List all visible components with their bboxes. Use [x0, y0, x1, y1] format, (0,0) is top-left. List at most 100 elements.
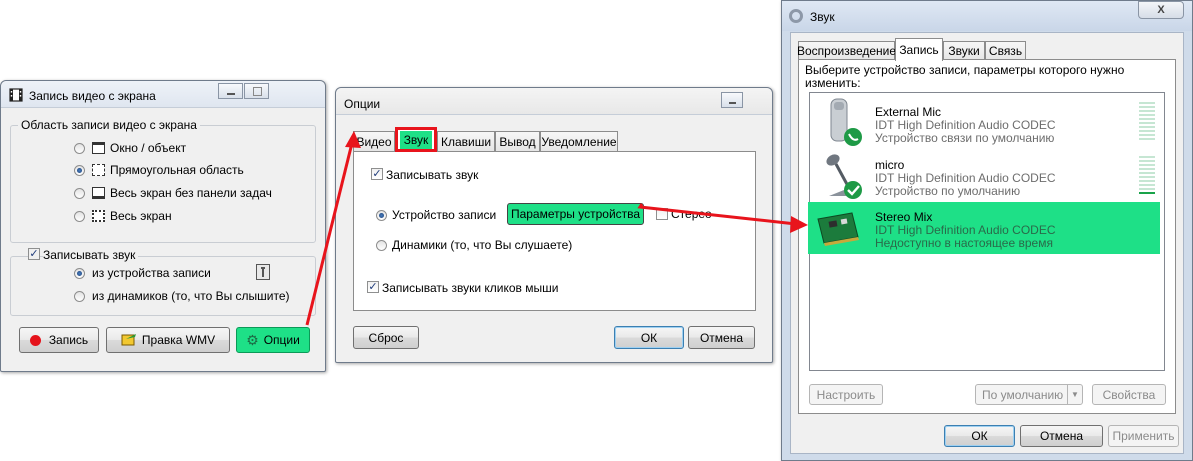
record-sound-checkbox[interactable]: ✓	[371, 168, 383, 180]
tab-keys[interactable]: Клавиши	[437, 131, 495, 151]
properties-button[interactable]: Свойства	[1092, 384, 1166, 405]
properties-label: Свойства	[1102, 387, 1156, 402]
reset-button[interactable]: Сброс	[353, 326, 419, 349]
title-bar[interactable]	[782, 1, 1192, 31]
option-from-speakers: из динамиков (то, что Вы слышите)	[92, 289, 290, 303]
radio-from-speakers[interactable]	[74, 291, 85, 302]
tab-label: Звуки	[948, 44, 980, 58]
radio-full-screen[interactable]	[74, 211, 85, 222]
maximize-button[interactable]	[244, 83, 269, 99]
tab-label: Звук	[399, 130, 433, 149]
window-title: Запись видео с экрана	[29, 89, 156, 103]
full-screen-icon	[92, 210, 105, 222]
record-dot-icon	[29, 334, 41, 346]
close-icon: X	[1157, 4, 1165, 16]
radio-speakers[interactable]	[376, 240, 387, 251]
microphone-icon	[826, 154, 862, 199]
device-params-button[interactable]: Параметры устройства	[507, 203, 644, 225]
tab-label: Запись	[899, 43, 939, 57]
instruction-text: Выберите устройство записи, параметры ко…	[805, 63, 1125, 90]
tab-label: Видео	[356, 134, 392, 149]
tab-video[interactable]: Видео	[353, 131, 395, 151]
device-driver: IDT High Definition Audio CODEC	[875, 118, 1056, 132]
device-status: Недоступно в настоящее время	[875, 236, 1053, 250]
tab-communications[interactable]: Связь	[985, 41, 1026, 60]
film-icon	[9, 88, 23, 102]
record-sound-group	[10, 256, 316, 316]
level-meter	[1139, 102, 1155, 142]
level-meter	[1139, 156, 1155, 196]
device-driver: IDT High Definition Audio CODEC	[875, 223, 1056, 237]
cancel-label: Отмена	[1039, 429, 1084, 443]
tab-sounds[interactable]: Звуки	[943, 41, 985, 60]
radio-from-device[interactable]	[74, 268, 85, 279]
device-name: Stereo Mix	[875, 210, 933, 224]
option-screen-no-taskbar: Весь экран без панели задач	[110, 186, 272, 200]
record-sound-label: Записывать звук	[386, 168, 479, 182]
tab-output[interactable]: Вывод	[495, 131, 540, 151]
mouse-clicks-label: Записывать звуки кликов мыши	[382, 281, 559, 295]
record-button-label: Запись	[48, 333, 89, 347]
capture-area-legend: Область записи видео с экрана	[18, 118, 200, 132]
speakers-label: Динамики (то, что Вы слушаете)	[392, 238, 573, 252]
ok-button[interactable]: ОК	[944, 425, 1015, 447]
cancel-button[interactable]: Отмена	[688, 326, 755, 349]
radio-window-object[interactable]	[74, 143, 85, 154]
minimize-button[interactable]	[218, 83, 243, 99]
radio-rectangle-area[interactable]	[74, 165, 85, 176]
mouse-clicks-checkbox[interactable]: ✓	[367, 281, 379, 293]
recording-device-label: Устройство записи	[392, 208, 497, 222]
radio-recording-device[interactable]	[376, 210, 387, 221]
set-default-button[interactable]: По умолчанию ▼	[975, 384, 1083, 405]
tab-playback[interactable]: Воспроизведение	[797, 41, 896, 60]
minimize-button[interactable]	[721, 92, 743, 108]
ok-label: ОК	[971, 429, 988, 443]
phone-headset-icon	[830, 98, 862, 146]
device-status: Устройство связи по умолчанию	[875, 131, 1055, 145]
tab-notification[interactable]: Уведомление	[540, 131, 618, 151]
option-full-screen: Весь экран	[110, 209, 172, 223]
edit-wmv-icon	[121, 334, 136, 346]
tab-label: Вывод	[499, 134, 536, 149]
close-button[interactable]: X	[1138, 1, 1184, 19]
options-button-label: Опции	[263, 333, 300, 347]
title-bar[interactable]	[336, 88, 772, 115]
configure-button[interactable]: Настроить	[809, 384, 883, 405]
chevron-down-icon: ▼	[1067, 385, 1082, 404]
device-driver: IDT High Definition Audio CODEC	[875, 171, 1056, 185]
device-params-label: Параметры устройства	[510, 207, 641, 221]
sound-window: Звук X Воспроизведение Запись Звуки Связ…	[781, 0, 1193, 461]
gear-icon: ⚙	[246, 331, 259, 348]
ok-label: ОК	[640, 330, 658, 345]
radio-screen-no-taskbar[interactable]	[74, 188, 85, 199]
edit-wmv-button[interactable]: Правка WMV	[106, 327, 230, 353]
tab-label: Связь	[988, 44, 1023, 58]
device-settings-icon[interactable]	[256, 264, 270, 280]
device-name: External Mic	[875, 105, 942, 119]
stereo-checkbox[interactable]	[656, 208, 668, 220]
screen-no-taskbar-icon	[92, 187, 105, 199]
sound-card-icon	[817, 212, 859, 246]
tab-recording[interactable]: Запись	[895, 38, 943, 61]
screen-record-window: Запись видео с экрана Область записи вид…	[0, 80, 326, 372]
set-default-label: По умолчанию	[982, 387, 1064, 402]
record-sound-checkbox[interactable]: ✓	[28, 248, 40, 260]
maximize-icon	[253, 87, 262, 96]
tab-sound[interactable]: Звук	[395, 127, 437, 152]
options-button[interactable]: ⚙ Опции	[236, 327, 310, 353]
edit-wmv-label: Правка WMV	[141, 333, 216, 347]
tab-label: Уведомление	[541, 134, 617, 149]
configure-label: Настроить	[816, 387, 876, 402]
apply-label: Применить	[1112, 429, 1175, 443]
minimize-icon	[227, 93, 235, 95]
apply-button[interactable]: Применить	[1108, 425, 1179, 447]
record-button[interactable]: Запись	[19, 327, 99, 353]
reset-label: Сброс	[368, 330, 404, 345]
ok-button[interactable]: ОК	[614, 326, 684, 349]
cancel-button[interactable]: Отмена	[1020, 425, 1103, 447]
dashed-rectangle-icon	[92, 164, 105, 176]
tab-label: Клавиши	[440, 134, 492, 149]
window-title: Опции	[344, 97, 381, 111]
stereo-label: Стерео	[671, 207, 712, 221]
minimize-icon	[729, 102, 736, 104]
